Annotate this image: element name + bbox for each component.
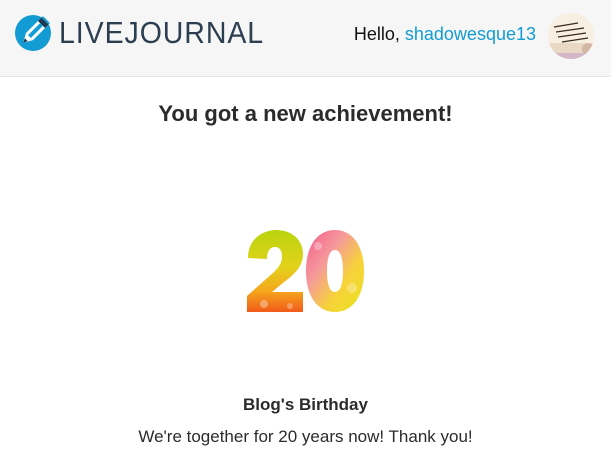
livejournal-logo[interactable]: LIVEJOURNAL — [14, 14, 282, 52]
achievement-name: Blog's Birthday — [243, 395, 368, 414]
site-header: LIVEJOURNAL Hello, shadowesque13 — [0, 0, 611, 77]
achievement-description: We're together for 20 years now! Thank y… — [138, 427, 473, 446]
logo-wordmark: LIVEJOURNAL — [59, 15, 265, 50]
pencil-logo-icon — [15, 15, 51, 51]
username-link[interactable]: shadowesque13 — [405, 24, 536, 44]
achievement-20-badge-icon — [247, 230, 364, 312]
greeting-prefix: Hello, — [353, 24, 400, 44]
page-title: You got a new achievement! — [158, 101, 453, 126]
user-avatar[interactable] — [548, 13, 594, 59]
user-greeting: Hello, shadowesque13 — [354, 24, 536, 45]
